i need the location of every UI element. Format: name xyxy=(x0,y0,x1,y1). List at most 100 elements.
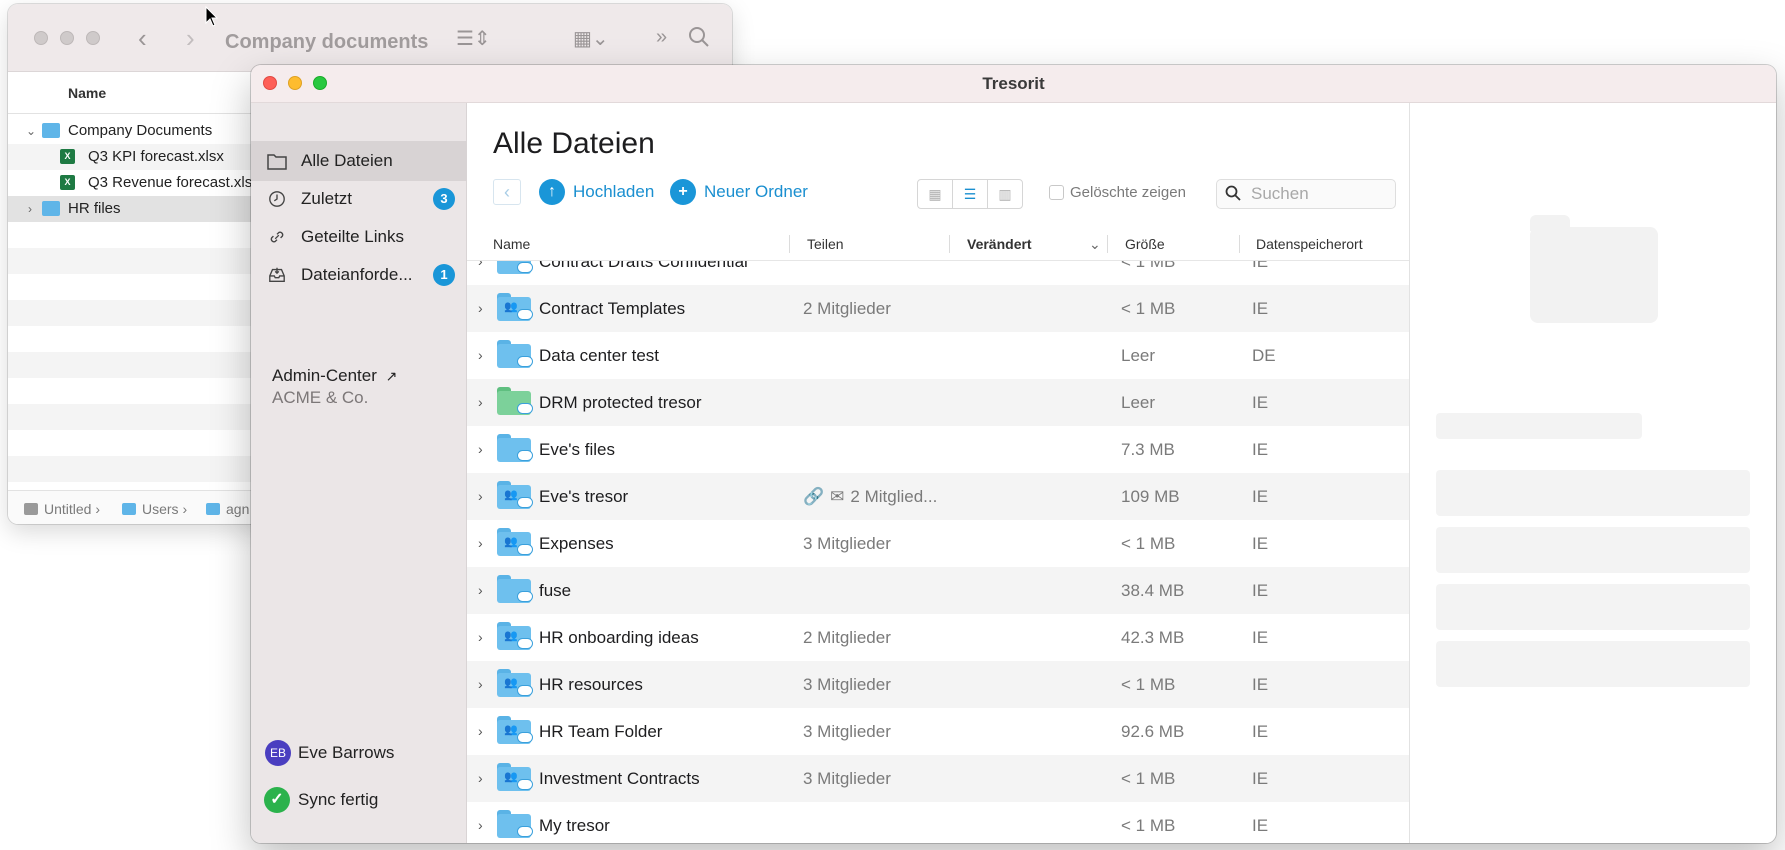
file-table-rows: › Contract Drafts Confidential < 1 MB IE › 👥 C… xyxy=(467,261,1409,843)
row-share: 3 Mitglieder xyxy=(803,661,891,708)
column-header-location[interactable]: Datenspeicherort xyxy=(1256,227,1363,261)
shared-tresor-icon: 👥 xyxy=(497,763,533,791)
upload-button[interactable]: ↑ Hochladen xyxy=(539,179,654,205)
row-location: IE xyxy=(1252,487,1269,506)
finder-toolbar: ‹ › Company documents ☰⇕ ▦⌄ » xyxy=(8,4,732,72)
external-link-icon: ↗ xyxy=(385,368,398,384)
chevron-right-icon[interactable]: › xyxy=(478,567,483,614)
back-chevron-icon[interactable]: ‹ xyxy=(138,25,147,51)
table-row[interactable]: › 👥 HR Team Folder 3 Mitglieder 92.6 MB IE xyxy=(467,708,1409,755)
chevron-right-icon[interactable]: › xyxy=(478,755,483,802)
chevron-left-icon: ‹ xyxy=(504,182,510,202)
path-item[interactable]: agn xyxy=(206,501,249,517)
sidebar-item-recent[interactable]: Zuletzt 3 xyxy=(251,179,467,219)
group-grid-icon[interactable]: ▦⌄ xyxy=(573,26,609,51)
row-location: IE xyxy=(1252,299,1269,318)
path-item[interactable]: Users › xyxy=(122,501,187,517)
tresor-icon xyxy=(497,340,533,368)
tresor-icon xyxy=(497,387,533,415)
row-name: HR resources xyxy=(539,675,643,694)
forward-chevron-icon[interactable]: › xyxy=(186,25,195,51)
row-name: My tresor xyxy=(539,816,610,835)
chevron-right-icon[interactable]: › xyxy=(478,332,483,379)
sidebar-item-shared-links[interactable]: Geteilte Links xyxy=(251,217,467,257)
disk-icon xyxy=(24,503,38,515)
inbox-icon xyxy=(267,266,287,284)
back-button[interactable]: ‹ xyxy=(493,179,521,205)
table-row[interactable]: › 👥 Contract Templates 2 Mitglieder < 1 MB IE xyxy=(467,285,1409,332)
chevron-right-icon[interactable]: › xyxy=(478,708,483,755)
finder-minimize-button[interactable] xyxy=(60,31,74,45)
finder-row-label: Q3 Revenue forecast.xlsx xyxy=(88,174,260,191)
row-share-label: 2 Mitglieder xyxy=(803,628,891,647)
table-row[interactable]: › Eve's files 7.3 MB IE xyxy=(467,426,1409,473)
table-row[interactable]: › 👥 Expenses 3 Mitglieder < 1 MB IE xyxy=(467,520,1409,567)
column-header-modified[interactable]: Verändert xyxy=(967,227,1032,261)
chevron-right-icon[interactable]: › xyxy=(478,261,483,285)
table-row[interactable]: › My tresor < 1 MB IE xyxy=(467,802,1409,843)
window-title: Tresorit xyxy=(982,74,1045,93)
chevron-right-icon[interactable]: › xyxy=(478,473,483,520)
chevron-right-icon[interactable]: › xyxy=(478,661,483,708)
row-location: IE xyxy=(1252,440,1269,459)
count-badge: 3 xyxy=(433,188,455,210)
sidebar-item-label: Dateianforde... xyxy=(301,265,413,284)
table-row[interactable]: › Contract Drafts Confidential < 1 MB IE xyxy=(467,261,1409,285)
table-row[interactable]: › 👥 HR onboarding ideas 2 Mitglieder 42.3 MB… xyxy=(467,614,1409,661)
row-location: IE xyxy=(1252,816,1269,835)
column-divider[interactable] xyxy=(1239,235,1240,253)
search-box[interactable] xyxy=(1216,179,1396,209)
column-divider[interactable] xyxy=(949,235,950,253)
column-header-share[interactable]: Teilen xyxy=(807,227,844,261)
table-row[interactable]: › 👥 HR resources 3 Mitglieder < 1 MB IE xyxy=(467,661,1409,708)
new-folder-button-label: Neuer Ordner xyxy=(704,182,808,201)
row-location: IE xyxy=(1252,581,1269,600)
table-row[interactable]: › 👥 Investment Contracts 3 Mitglieder < 1 MB… xyxy=(467,755,1409,802)
chevron-right-icon[interactable]: › xyxy=(478,802,483,843)
show-deleted-checkbox[interactable]: Gelöschte zeigen xyxy=(1049,185,1186,201)
chevron-right-icon[interactable]: › xyxy=(478,285,483,332)
table-row[interactable]: › fuse 38.4 MB IE xyxy=(467,567,1409,614)
search-icon[interactable] xyxy=(688,26,710,54)
chevron-right-icon[interactable]: › xyxy=(478,520,483,567)
grid-view-icon[interactable]: ▦ xyxy=(918,180,953,208)
table-row[interactable]: › Data center test Leer DE xyxy=(467,332,1409,379)
search-input[interactable] xyxy=(1251,184,1389,204)
admin-center-link[interactable]: Admin-Center ↗ xyxy=(272,366,397,386)
file-table: › Contract Drafts Confidential < 1 MB IE › 👥 C… xyxy=(467,261,1409,843)
column-divider[interactable] xyxy=(789,235,790,253)
sidebar-item-file-requests[interactable]: Dateianforde... 1 xyxy=(251,255,467,295)
user-account[interactable]: EB Eve Barrows xyxy=(265,740,394,766)
chevron-down-icon[interactable]: ⌄ xyxy=(26,118,36,144)
excel-file-icon: X xyxy=(60,149,75,164)
column-divider[interactable] xyxy=(1107,235,1108,253)
column-view-icon[interactable]: ▥ xyxy=(988,180,1022,208)
row-name: Expenses xyxy=(539,534,614,553)
shared-tresor-icon: 👥 xyxy=(497,528,533,556)
path-item-label: Untitled xyxy=(44,501,92,517)
finder-close-button[interactable] xyxy=(34,31,48,45)
path-item-label: Users xyxy=(142,501,179,517)
finder-column-name[interactable]: Name xyxy=(68,85,106,101)
row-size: 92.6 MB xyxy=(1121,722,1185,741)
row-location: DE xyxy=(1252,346,1276,365)
chevron-right-icon[interactable]: › xyxy=(478,379,483,426)
table-row[interactable]: › DRM protected tresor Leer IE xyxy=(467,379,1409,426)
list-view-icon[interactable]: ☰⇕ xyxy=(456,26,491,51)
sort-chevron-down-icon[interactable]: ⌄ xyxy=(1089,227,1101,261)
chevron-right-icon[interactable]: › xyxy=(28,196,32,222)
column-header-size[interactable]: Größe xyxy=(1125,227,1165,261)
list-view-icon[interactable]: ☰ xyxy=(953,180,988,208)
column-header-name[interactable]: Name xyxy=(493,227,530,261)
finder-zoom-button[interactable] xyxy=(86,31,100,45)
new-folder-button[interactable]: + Neuer Ordner xyxy=(670,179,808,205)
more-toolbar-icon[interactable]: » xyxy=(656,26,667,49)
chevron-right-icon[interactable]: › xyxy=(478,614,483,661)
checkbox-box[interactable] xyxy=(1049,185,1064,200)
sidebar-item-all-files[interactable]: Alle Dateien xyxy=(251,141,467,181)
chevron-right-icon[interactable]: › xyxy=(478,426,483,473)
table-row[interactable]: › 👥 Eve's tresor 🔗 ✉ 2 Mitglied... 109 MB IE xyxy=(467,473,1409,520)
plus-icon: + xyxy=(670,179,696,205)
row-location: IE xyxy=(1252,534,1269,553)
path-item[interactable]: Untitled › xyxy=(24,501,100,517)
